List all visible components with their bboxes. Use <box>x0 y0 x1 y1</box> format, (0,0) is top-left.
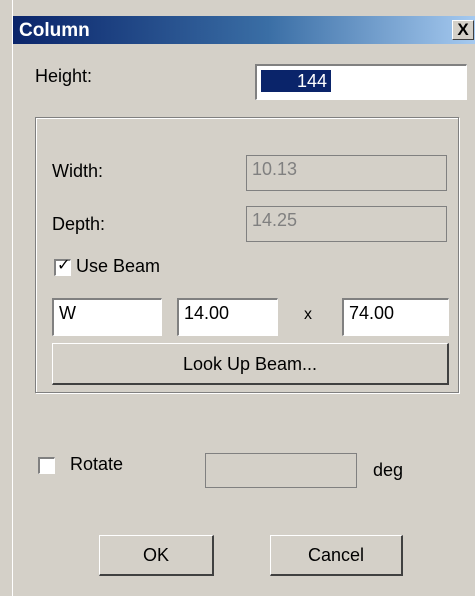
column-dialog: Column X Height: 144 Width: 10.13 Depth:… <box>12 0 475 596</box>
cancel-button[interactable]: Cancel <box>270 535 403 576</box>
use-beam-label[interactable]: Use Beam <box>76 256 160 277</box>
rotate-unit-label: deg <box>373 460 404 480</box>
title-bar[interactable]: Column X <box>13 16 475 44</box>
height-value: 144 <box>261 70 331 92</box>
beam-dim1-input[interactable]: 14.00 <box>177 298 278 336</box>
times-symbol: x <box>304 306 312 323</box>
rotate-checkbox[interactable] <box>38 457 55 474</box>
rotate-angle-field <box>205 453 357 488</box>
height-label: Height: <box>35 66 93 86</box>
checkmark-icon: ✓ <box>57 257 71 274</box>
use-beam-checkbox[interactable]: ✓ <box>54 257 71 276</box>
dialog-title: Column <box>19 20 90 41</box>
width-field: 10.13 <box>246 155 447 191</box>
look-up-beam-button[interactable]: Look Up Beam... <box>52 343 449 385</box>
depth-field: 14.25 <box>246 206 447 242</box>
depth-label: Depth: <box>52 214 106 234</box>
ok-button[interactable]: OK <box>99 535 214 576</box>
close-button[interactable]: X <box>452 20 474 40</box>
close-icon: X <box>457 20 469 39</box>
width-label: Width: <box>52 161 104 181</box>
rotate-label[interactable]: Rotate <box>70 454 123 475</box>
height-input[interactable]: 144 <box>255 64 467 100</box>
beam-dim2-input[interactable]: 74.00 <box>342 298 449 336</box>
beam-prefix-input[interactable]: W <box>52 298 162 336</box>
